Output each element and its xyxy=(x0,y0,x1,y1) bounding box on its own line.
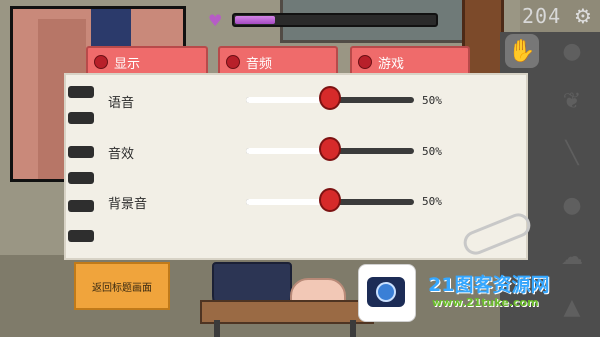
tape-decoration xyxy=(68,200,94,212)
slider-knob[interactable] xyxy=(319,86,341,110)
slider-knob[interactable] xyxy=(319,188,341,212)
heart-icon: ♥ xyxy=(208,11,223,30)
slider-fill xyxy=(246,97,330,103)
desk-leg xyxy=(350,320,356,337)
watermark-url: www.21tuke.com xyxy=(432,296,539,309)
camera-lens xyxy=(376,282,396,302)
tape-decoration xyxy=(68,172,94,184)
bgm-label: 背景音 xyxy=(108,197,148,212)
tab-dot-icon xyxy=(94,55,108,69)
bgm-percent: 50% xyxy=(422,195,442,208)
desk-leg xyxy=(214,320,220,337)
health-bar-fill xyxy=(235,16,276,24)
tape-decoration xyxy=(68,230,94,242)
camera-logo-icon xyxy=(358,264,416,322)
tab-dot-icon xyxy=(226,55,240,69)
slider-fill xyxy=(246,148,330,154)
school-desk xyxy=(200,300,374,324)
tab-label: 游戏 xyxy=(378,56,405,72)
tape-decoration xyxy=(68,146,94,158)
leaf-icon[interactable]: ● xyxy=(555,34,589,68)
gear-icon[interactable]: ⚙ xyxy=(574,4,592,28)
voice-percent: 50% xyxy=(422,94,442,107)
score-counter: 204 xyxy=(522,4,562,28)
hand-icon[interactable]: ✋ xyxy=(505,34,539,68)
watermark-brand: 21图客资源网 xyxy=(428,274,550,296)
return-title-button[interactable]: 返回标题画面 xyxy=(74,262,170,310)
tab-label: 音频 xyxy=(246,56,273,72)
bra-icon[interactable]: ❦ xyxy=(555,84,589,118)
voice-label: 语音 xyxy=(108,96,135,111)
voice-slider[interactable] xyxy=(246,86,414,110)
health-bar xyxy=(232,13,438,27)
tape-decoration xyxy=(68,112,94,124)
speech-icon[interactable]: ☁ xyxy=(555,240,589,274)
tape-decoration xyxy=(68,86,94,98)
sfx-percent: 50% xyxy=(422,145,442,158)
return-title-label: 返回标题画面 xyxy=(92,282,152,294)
slider-fill xyxy=(246,199,330,205)
tab-label: 显示 xyxy=(114,56,141,72)
tab-dot-icon xyxy=(358,55,372,69)
blob-icon[interactable]: ● xyxy=(555,188,589,222)
tab-audio[interactable]: 音频 xyxy=(218,46,338,76)
tab-game[interactable]: 游戏 xyxy=(350,46,470,76)
sfx-label: 音效 xyxy=(108,147,135,162)
slider-knob[interactable] xyxy=(319,137,341,161)
stick-icon[interactable]: ╲ xyxy=(555,136,589,170)
sfx-slider[interactable] xyxy=(246,137,414,161)
tab-display[interactable]: 显示 xyxy=(86,46,208,76)
bottle-icon[interactable]: ▲ xyxy=(555,290,589,324)
bgm-slider[interactable] xyxy=(246,188,414,212)
